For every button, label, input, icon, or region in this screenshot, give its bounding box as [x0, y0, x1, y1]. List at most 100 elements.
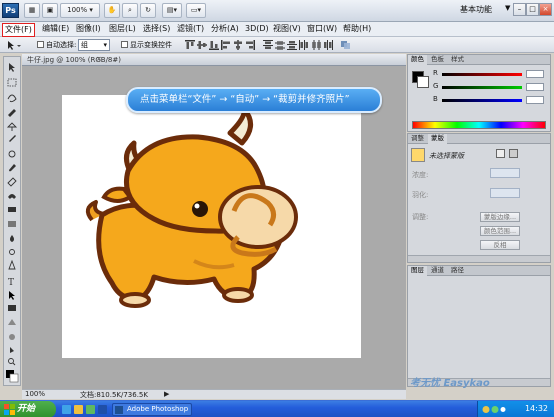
- rotate-view-icon[interactable]: ↻: [140, 3, 156, 18]
- refine-label: 调整:: [412, 213, 429, 221]
- 3d-rotate-tool-icon: [8, 319, 16, 325]
- color-panel-tabs: 颜色 色板 样式: [408, 55, 550, 65]
- move-tool-icon[interactable]: [6, 40, 22, 50]
- align-right-icon[interactable]: [245, 40, 255, 50]
- mask-thumbnail: [411, 148, 425, 162]
- color-panel: 颜色 色板 样式 R G B: [407, 54, 551, 132]
- tab-paths[interactable]: 路径: [448, 266, 467, 276]
- chevron-down-icon[interactable]: ▼: [505, 4, 510, 12]
- align-middle-icon[interactable]: [197, 40, 207, 50]
- eyedropper-tool-icon: [8, 135, 16, 143]
- windows-logo-icon: [4, 404, 15, 415]
- status-zoom[interactable]: 100%: [25, 390, 45, 398]
- feather-field[interactable]: [490, 188, 520, 198]
- auto-select-checkbox[interactable]: [37, 41, 44, 48]
- workspace-switcher[interactable]: 基本功能: [460, 4, 492, 15]
- distribute-left-icon[interactable]: [299, 40, 309, 50]
- arrange-documents-button[interactable]: ▤▾: [162, 3, 182, 18]
- align-bottom-icon[interactable]: [209, 40, 219, 50]
- auto-select-dropdown[interactable]: 组 ▾: [78, 39, 110, 51]
- zoom-level-dropdown[interactable]: 100% ▾: [60, 3, 100, 18]
- pixel-mask-icon[interactable]: [496, 149, 505, 158]
- channel-g-slider[interactable]: [442, 86, 522, 89]
- show-transform-checkbox[interactable]: [121, 41, 128, 48]
- document-status-bar: 100% 文档:810.5K/736.5K ▶: [22, 389, 406, 399]
- vector-mask-icon[interactable]: [509, 149, 518, 158]
- mask-edge-button[interactable]: 蒙版边缘...: [480, 212, 520, 222]
- panel-background-swatch[interactable]: [417, 76, 429, 88]
- close-button[interactable]: ×: [539, 3, 552, 16]
- windows-taskbar: 开始 Adobe Photoshop ... 14:32: [0, 400, 554, 417]
- tab-layers[interactable]: 图层: [408, 266, 427, 276]
- align-top-icon[interactable]: [185, 40, 195, 50]
- menu-3d[interactable]: 3D(D): [243, 23, 271, 35]
- bridge-button[interactable]: ▦: [24, 3, 40, 18]
- tray-icons[interactable]: [482, 405, 506, 414]
- channel-b-slider[interactable]: [442, 99, 522, 102]
- distribute-middle-icon[interactable]: [275, 40, 285, 50]
- status-menu-arrow[interactable]: ▶: [164, 390, 169, 398]
- document-tab[interactable]: 牛仔.jpg @ 100% (RGB/8#) ×: [22, 54, 406, 66]
- screen-mode-button[interactable]: ▭▾: [186, 3, 206, 18]
- align-left-icon[interactable]: [221, 40, 231, 50]
- maximize-button[interactable]: □: [526, 3, 539, 16]
- lasso-tool-icon: [7, 94, 17, 103]
- tab-channels[interactable]: 通道: [428, 266, 447, 276]
- color-spectrum-bar[interactable]: [412, 121, 546, 129]
- menu-file[interactable]: 文件(F): [2, 23, 35, 37]
- density-field[interactable]: [490, 168, 520, 178]
- photoshop-task-icon: [115, 406, 123, 414]
- menu-view[interactable]: 视图(V): [271, 23, 303, 35]
- align-center-icon[interactable]: [233, 40, 243, 50]
- tab-styles[interactable]: 样式: [448, 55, 467, 65]
- distribute-top-icon[interactable]: [263, 40, 273, 50]
- mask-status-label: 未选择蒙版: [429, 152, 464, 160]
- clone-stamp-tool-icon: [7, 177, 17, 187]
- system-tray: 14:32: [477, 401, 554, 417]
- menu-filter[interactable]: 滤镜(T): [175, 23, 206, 35]
- tools-panel: T: [3, 56, 21, 386]
- menu-edit[interactable]: 编辑(E): [40, 23, 71, 35]
- hand-tool-icon: [10, 347, 14, 353]
- minimize-button[interactable]: –: [513, 3, 526, 16]
- minibridge-button[interactable]: ▣: [42, 3, 58, 18]
- close-tab-icon[interactable]: ×: [96, 55, 102, 63]
- channel-r-slider[interactable]: [442, 73, 522, 76]
- move-tool-icon: [9, 63, 15, 72]
- crop-tool-icon: [6, 122, 18, 131]
- tab-masks[interactable]: 蒙版: [428, 134, 447, 144]
- quick-launch-icons[interactable]: [62, 404, 108, 415]
- invert-button[interactable]: 反相: [480, 240, 520, 250]
- distribute-right-icon[interactable]: [323, 40, 333, 50]
- color-range-button[interactable]: 颜色范围...: [480, 226, 520, 236]
- channel-g-label: G: [433, 82, 439, 90]
- channel-b-value[interactable]: [526, 96, 544, 104]
- hand-tool-icon[interactable]: ✋: [104, 3, 120, 18]
- history-brush-tool-icon: [8, 194, 16, 199]
- clock[interactable]: 14:32: [525, 404, 548, 413]
- menu-layer[interactable]: 图层(L): [107, 23, 138, 35]
- menu-analysis[interactable]: 分析(A): [209, 23, 241, 35]
- show-transform-label: 显示变换控件: [130, 41, 172, 49]
- menu-select[interactable]: 选择(S): [141, 23, 172, 35]
- eraser-tool-icon: [8, 207, 16, 212]
- options-bar: 自动选择: 组 ▾ 显示变换控件: [0, 37, 554, 53]
- distribute-center-icon[interactable]: [311, 40, 321, 50]
- menu-window[interactable]: 窗口(W): [305, 23, 339, 35]
- tab-color[interactable]: 颜色: [408, 55, 427, 65]
- brush-tool-icon: [9, 164, 16, 172]
- layers-panel-tabs: 图层 通道 路径: [408, 266, 550, 276]
- channel-r-value[interactable]: [526, 70, 544, 78]
- menu-help[interactable]: 帮助(H): [341, 23, 373, 35]
- tab-swatches[interactable]: 色板: [428, 55, 447, 65]
- tab-adjustments[interactable]: 调整: [408, 134, 427, 144]
- auto-align-icon[interactable]: [341, 40, 351, 50]
- healing-brush-tool-icon: [8, 150, 16, 158]
- zoom-tool-icon[interactable]: ⌕: [122, 3, 138, 18]
- menu-image[interactable]: 图像(I): [74, 23, 103, 35]
- type-tool-icon: T: [8, 278, 14, 288]
- channel-g-value[interactable]: [526, 83, 544, 91]
- taskbar-photoshop-item[interactable]: Adobe Photoshop ...: [112, 403, 192, 417]
- distribute-bottom-icon[interactable]: [287, 40, 297, 50]
- document-tab-title: 牛仔.jpg @ 100% (RGB/8#): [27, 56, 121, 64]
